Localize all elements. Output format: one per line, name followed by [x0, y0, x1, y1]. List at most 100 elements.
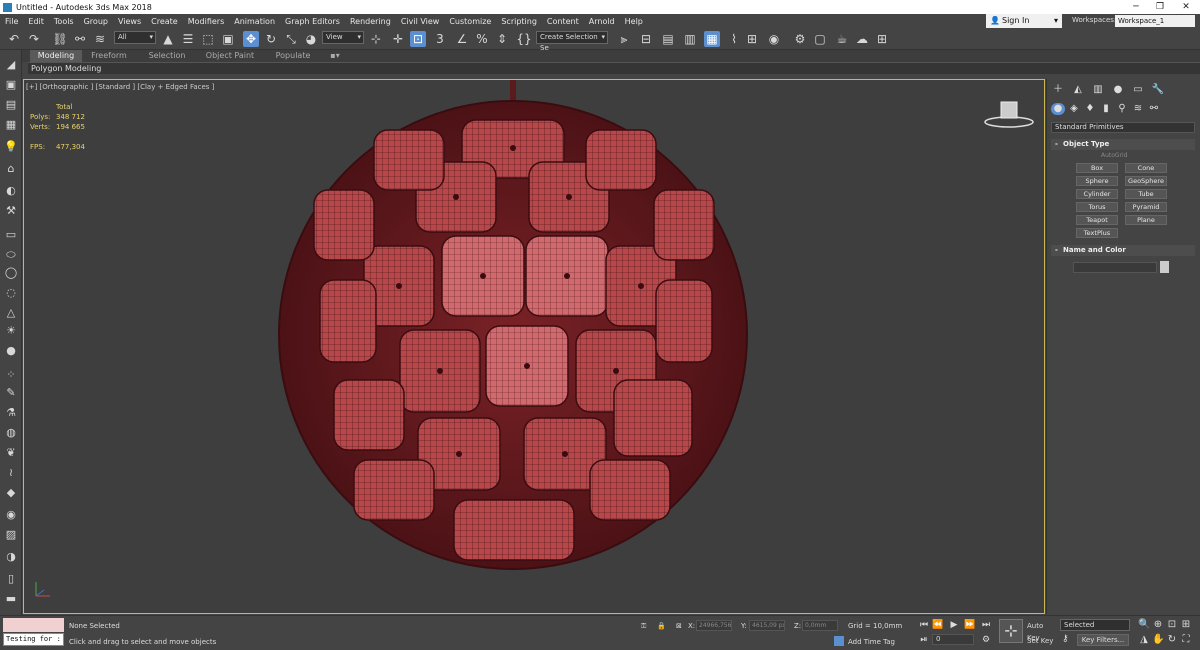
menu-tools[interactable]: Tools [49, 17, 79, 26]
link-icon[interactable]: ⛓ [52, 31, 68, 47]
workspace-dropdown[interactable]: Workspace_1 [1115, 15, 1195, 27]
select-and-move-icon[interactable]: ✥ [243, 31, 259, 47]
sign-in-dropdown[interactable]: 👤 Sign In ▾ [986, 14, 1062, 28]
key-mode-icon[interactable]: ⏯ [918, 634, 930, 646]
undo-icon[interactable]: ↶ [6, 31, 22, 47]
spinner-snap-icon[interactable]: ⇕ [494, 31, 510, 47]
go-to-end-icon[interactable]: ⏭ [980, 619, 992, 631]
go-to-start-icon[interactable]: ⏮ [918, 619, 930, 631]
render-in-cloud-icon[interactable]: ☁ [854, 31, 870, 47]
tool-icon[interactable]: ⚒ [3, 204, 19, 218]
maxscript-input[interactable]: Testing for : [3, 633, 64, 646]
rope-icon[interactable]: ≀ [3, 466, 19, 480]
box-button[interactable]: Box [1076, 163, 1118, 173]
menu-customize[interactable]: Customize [444, 17, 496, 26]
particles-icon[interactable]: ⁘ [3, 368, 19, 382]
menu-content[interactable]: Content [542, 17, 584, 26]
rendered-frame-window-icon[interactable]: ▢ [812, 31, 828, 47]
minimize-button[interactable]: ─ [1124, 0, 1148, 14]
motion-tab-icon[interactable]: ● [1111, 84, 1125, 96]
pyramid-button[interactable]: Pyramid [1125, 202, 1167, 212]
viewport-label[interactable]: [+] [Orthographic ] [Standard ] [Clay + … [26, 83, 214, 91]
align-icon[interactable]: ⊟ [638, 31, 654, 47]
utility-icon[interactable]: ▬ [3, 592, 19, 606]
render-sphere-icon[interactable]: ◉ [3, 508, 19, 522]
box-icon[interactable]: ▭ [3, 228, 19, 242]
next-frame-icon[interactable]: ⏩ [964, 619, 976, 631]
key-selection-dropdown[interactable]: Selected [1060, 619, 1130, 631]
teapot-button[interactable]: Teapot [1076, 215, 1118, 225]
systems-icon[interactable]: ⚯ [1147, 103, 1161, 115]
menu-modifiers[interactable]: Modifiers [183, 17, 230, 26]
display-tab-icon[interactable]: ▭ [1131, 84, 1145, 96]
lock-icon[interactable]: 🔒 [657, 622, 666, 630]
sphere-button[interactable]: Sphere [1076, 176, 1118, 186]
geosphere-icon[interactable]: ● [3, 344, 19, 358]
menu-edit[interactable]: Edit [23, 17, 49, 26]
cone-icon[interactable]: △ [3, 306, 19, 320]
textplus-button[interactable]: TextPlus [1076, 228, 1118, 238]
curve-editor-icon[interactable]: ⌇ [726, 31, 742, 47]
plane-icon[interactable]: ⬭ [3, 248, 19, 262]
shading-icon[interactable]: ◑ [3, 550, 19, 564]
bind-space-warp-icon[interactable]: ≋ [92, 31, 108, 47]
a360-gallery-icon[interactable]: ⊞ [874, 31, 890, 47]
helpers-icon[interactable]: ⚲ [1115, 103, 1129, 115]
layer-explorer-icon[interactable]: ▥ [682, 31, 698, 47]
leaf-icon[interactable]: ❦ [3, 446, 19, 460]
ribbon-toggle-icon[interactable]: ▦ [704, 31, 720, 47]
menu-group[interactable]: Group [79, 17, 113, 26]
orbit-icon[interactable]: ↻ [1166, 634, 1178, 646]
torus-icon[interactable]: ◌ [3, 286, 19, 300]
rectangular-selection-icon[interactable]: ⬚ [200, 31, 216, 47]
menu-views[interactable]: Views [113, 17, 146, 26]
pivot-center-icon[interactable]: ⊹ [368, 31, 384, 47]
cone-button[interactable]: Cone [1125, 163, 1167, 173]
percent-snap-icon[interactable]: % [474, 31, 490, 47]
key-filters-button[interactable]: Key Filters... [1077, 634, 1129, 646]
place-icon[interactable]: ◕ [303, 31, 319, 47]
render-setup-icon[interactable]: ⚙ [792, 31, 808, 47]
maximize-button[interactable]: ❐ [1148, 0, 1172, 14]
keyboard-shortcut-override-icon[interactable]: ⊡ [410, 31, 426, 47]
select-object-icon[interactable]: ▲ [160, 31, 176, 47]
object-name-field[interactable] [1073, 262, 1157, 273]
pan-icon[interactable]: ✋ [1152, 634, 1164, 646]
physics-icon[interactable]: ⚗ [3, 406, 19, 420]
menu-graph-editors[interactable]: Graph Editors [280, 17, 345, 26]
render-production-icon[interactable]: ☕ [834, 31, 850, 47]
ribbon-options-icon[interactable]: ▪▾ [326, 50, 344, 62]
absolute-mode-icon[interactable]: ⊠ [676, 622, 682, 630]
auto-key-button[interactable]: Auto Key [1027, 620, 1055, 642]
mirror-icon[interactable]: ⫸ [616, 31, 632, 47]
camera-icon[interactable]: ⌂ [3, 162, 19, 176]
sun-icon[interactable]: ☀ [3, 324, 19, 338]
menu-help[interactable]: Help [620, 17, 648, 26]
snap-toggle-icon[interactable]: 3 [432, 31, 448, 47]
y-coordinate-field[interactable]: 4615,09 px [749, 620, 785, 631]
maxscript-listener[interactable] [3, 618, 64, 632]
x-coordinate-field[interactable]: 24966,756 [696, 620, 732, 631]
cylinder-button[interactable]: Cylinder [1076, 189, 1118, 199]
tab-populate[interactable]: Populate [270, 50, 316, 62]
globe-icon[interactable]: ◍ [3, 426, 19, 440]
key-filter-icon[interactable]: ⚷ [1062, 634, 1069, 644]
zoom-icon[interactable]: 🔍 [1138, 619, 1150, 631]
space-warps-icon[interactable]: ≋ [1131, 103, 1145, 115]
perspective-viewport[interactable]: [+] [Orthographic ] [Standard ] [Clay + … [23, 79, 1045, 614]
field-of-view-icon[interactable]: ◮ [1138, 634, 1150, 646]
tube-button[interactable]: Tube [1125, 189, 1167, 199]
menu-scripting[interactable]: Scripting [496, 17, 542, 26]
edit-named-selection-icon[interactable]: {} [516, 31, 532, 47]
tab-modeling[interactable]: Modeling [30, 50, 82, 62]
autogrid-checkbox[interactable]: AutoGrid [1101, 152, 1128, 159]
maximize-viewport-icon[interactable]: ⛶ [1180, 634, 1192, 646]
map-icon[interactable]: ▨ [3, 528, 19, 542]
previous-frame-icon[interactable]: ⏪ [932, 619, 944, 631]
schematic-view-icon[interactable]: ⊞ [744, 31, 760, 47]
display-icon[interactable]: ▯ [3, 572, 19, 586]
scene-list-icon[interactable]: ▦ [3, 118, 19, 132]
angle-snap-icon[interactable]: ∠ [454, 31, 470, 47]
geosphere-button[interactable]: GeoSphere [1125, 176, 1167, 186]
layer-list-icon[interactable]: ▤ [3, 98, 19, 112]
